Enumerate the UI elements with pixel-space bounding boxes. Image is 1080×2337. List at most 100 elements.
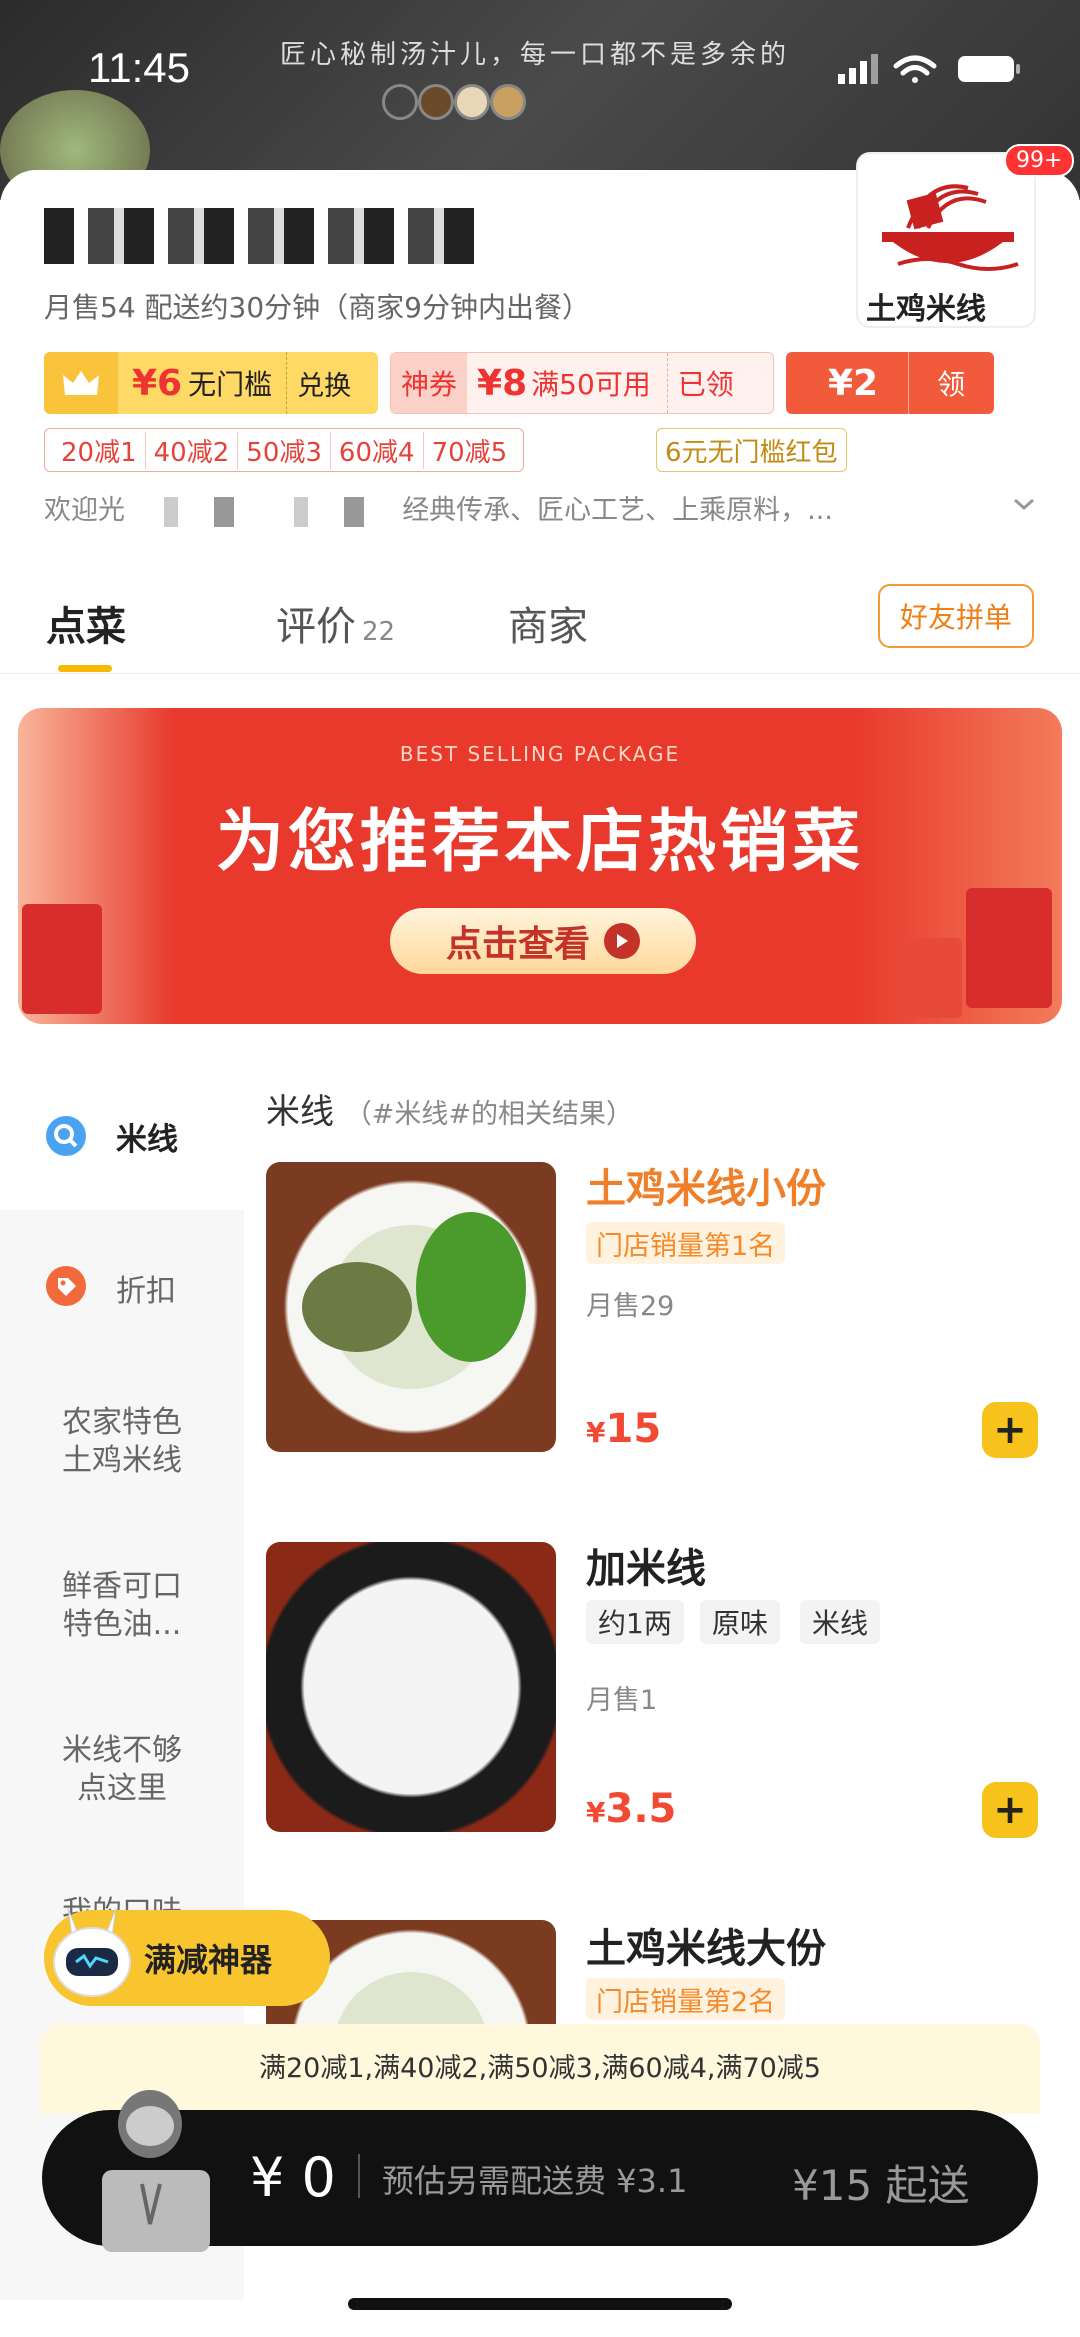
coupon-label: 满50可用 bbox=[531, 368, 651, 401]
shop-name-pixelated bbox=[44, 208, 474, 264]
rider-mascot-icon bbox=[92, 2084, 222, 2254]
play-arrow-icon bbox=[604, 923, 640, 959]
gift-box-icon bbox=[898, 938, 962, 1018]
notice-prefix: 欢迎光 bbox=[44, 495, 125, 526]
promo-banner[interactable]: BEST SELLING PACKAGE 为您推荐本店热销菜 点击查看 bbox=[18, 708, 1062, 1024]
tab-order[interactable]: 点菜 bbox=[46, 594, 126, 652]
shop-logo[interactable]: 土鸡米线 bbox=[856, 152, 1036, 328]
pickle-topping bbox=[302, 1262, 412, 1352]
cart-total: ¥ 0 bbox=[250, 2146, 336, 2209]
coupon-divider bbox=[666, 353, 668, 413]
category-noodle[interactable]: 米线 bbox=[116, 1114, 178, 1159]
coupon-divider bbox=[286, 352, 288, 414]
discount-tier: 20减1 bbox=[53, 431, 146, 469]
coupon-divider bbox=[908, 352, 910, 414]
dish-tag: 原味 bbox=[700, 1600, 781, 1644]
shop-stats: 月售54 配送约30分钟（商家9分钟内出餐） bbox=[44, 291, 590, 324]
price-value: 15 bbox=[605, 1406, 662, 1452]
category-farm-chicken-noodle[interactable]: 农家特色 土鸡米线 bbox=[0, 1404, 244, 1480]
red-packet-tag[interactable]: 6元无门槛红包 bbox=[656, 428, 847, 472]
noodle-bowl-logo-icon bbox=[882, 184, 1019, 271]
coupon-amount: ¥6 bbox=[132, 362, 183, 404]
robot-mascot-icon bbox=[44, 1904, 140, 2004]
coupon-amount: ¥2 bbox=[828, 362, 879, 404]
banner-title: 为您推荐本店热销菜 bbox=[215, 803, 864, 882]
min-order-label[interactable]: ¥15 起送 bbox=[792, 2152, 970, 2213]
signal-icon bbox=[838, 54, 878, 84]
group-order-button[interactable]: 好友拼单 bbox=[878, 584, 1034, 648]
home-indicator bbox=[348, 2298, 732, 2310]
spice-dot bbox=[490, 84, 526, 120]
battery-icon bbox=[958, 56, 1020, 82]
dish-tag: 米线 bbox=[800, 1600, 881, 1644]
monthly-sales: 月售1 bbox=[586, 1685, 658, 1716]
wifi-icon bbox=[893, 55, 937, 83]
spice-dot bbox=[418, 84, 454, 120]
dish-image[interactable] bbox=[266, 1542, 556, 1832]
scallion-topping bbox=[416, 1212, 526, 1362]
promo-text: 满20减1,满40减2,满50减3,满60减4,满70减5 bbox=[258, 2053, 821, 2084]
add-to-cart-button[interactable]: + bbox=[982, 1782, 1038, 1838]
super-coupon-tag: 神券 bbox=[391, 353, 468, 413]
logo-text: 土鸡米线 bbox=[866, 292, 986, 327]
spice-dot bbox=[454, 84, 490, 120]
discount-tier: 60减4 bbox=[331, 431, 424, 469]
category-add-noodle[interactable]: 米线不够 点这里 bbox=[0, 1732, 244, 1808]
discount-tier: 70减5 bbox=[431, 437, 508, 468]
search-icon bbox=[44, 1114, 88, 1162]
coupon-amount: ¥8 bbox=[477, 362, 528, 404]
coupon-super[interactable]: 神券 ¥8 满50可用 已领 bbox=[390, 352, 774, 414]
exchange-button[interactable]: 兑换 bbox=[297, 364, 351, 403]
spice-dot bbox=[382, 84, 418, 120]
claim-button[interactable]: 领 bbox=[937, 363, 965, 403]
status-icons bbox=[838, 52, 1038, 90]
price-currency: ¥ bbox=[586, 1416, 606, 1449]
add-to-cart-button[interactable]: + bbox=[982, 1402, 1038, 1458]
tab-reviews-count: 22 bbox=[362, 617, 396, 647]
dish-price: ¥3.5 bbox=[586, 1786, 676, 1832]
logo-badge: 99+ bbox=[1004, 144, 1075, 177]
coupon-small[interactable]: ¥2 领 bbox=[786, 352, 994, 414]
notice-text: 经典传承、匠心工艺、上乘原料，... bbox=[402, 495, 833, 526]
sales-rank-tag: 门店销量第1名 bbox=[586, 1222, 786, 1264]
tab-merchant[interactable]: 商家 bbox=[508, 594, 588, 652]
tab-reviews-label: 评价 bbox=[276, 604, 356, 650]
banner-view-button[interactable]: 点击查看 bbox=[390, 908, 696, 974]
chevron-down-icon[interactable] bbox=[1012, 496, 1036, 516]
shop-notice[interactable]: 欢迎光 经典传承、匠心工艺、上乘原料，... bbox=[44, 488, 833, 527]
crown-icon bbox=[44, 352, 118, 414]
coupon-no-threshold[interactable]: ¥6 无门槛 兑换 bbox=[44, 352, 378, 414]
discount-tiers[interactable]: 20减1 40减2 50减3 60减4 70减5 bbox=[44, 428, 525, 472]
coupon-label: 无门槛 bbox=[188, 368, 273, 401]
dish-name[interactable]: 土鸡米线大份 bbox=[586, 1916, 826, 1974]
banner-view-label: 点击查看 bbox=[445, 924, 590, 965]
category-discount[interactable]: 折扣 bbox=[116, 1266, 176, 1310]
price-value: 3.5 bbox=[605, 1786, 677, 1832]
sales-rank-tag: 门店销量第2名 bbox=[586, 1978, 786, 2020]
dish-price: ¥15 bbox=[586, 1406, 661, 1452]
discount-tag-icon bbox=[44, 1264, 88, 1312]
category-special-oil[interactable]: 鲜香可口 特色油... bbox=[0, 1568, 244, 1644]
discount-tier: 50减3 bbox=[238, 431, 331, 469]
tab-reviews[interactable]: 评价 22 bbox=[276, 594, 395, 652]
gift-box-icon bbox=[22, 904, 102, 1014]
price-currency: ¥ bbox=[586, 1796, 606, 1829]
banner-subtitle: BEST SELLING PACKAGE bbox=[399, 742, 681, 766]
monthly-sales: 月售29 bbox=[586, 1291, 675, 1322]
gift-box-icon bbox=[966, 888, 1052, 1008]
dish-image[interactable] bbox=[266, 1162, 556, 1452]
dish-name[interactable]: 土鸡米线小份 bbox=[586, 1156, 826, 1214]
delivery-fee: 预估另需配送费 ¥3.1 bbox=[382, 2162, 688, 2200]
status-time: 11:45 bbox=[88, 44, 190, 91]
hero-slogan: 匠心秘制汤汁儿，每一口都不是多余的 bbox=[280, 40, 791, 70]
dish-tag: 约1两 bbox=[586, 1600, 684, 1644]
section-name: 米线 bbox=[266, 1092, 334, 1132]
section-title: 米线 （#米线#的相关结果） bbox=[266, 1084, 633, 1133]
section-hint: （#米线#的相关结果） bbox=[344, 1099, 634, 1130]
notice-pixelated bbox=[133, 496, 394, 527]
discount-tier: 40减2 bbox=[146, 431, 239, 469]
claimed-label: 已领 bbox=[677, 368, 734, 401]
dish-name[interactable]: 加米线 bbox=[586, 1536, 706, 1594]
cart-divider bbox=[358, 2154, 360, 2198]
active-tab-indicator bbox=[58, 665, 112, 672]
